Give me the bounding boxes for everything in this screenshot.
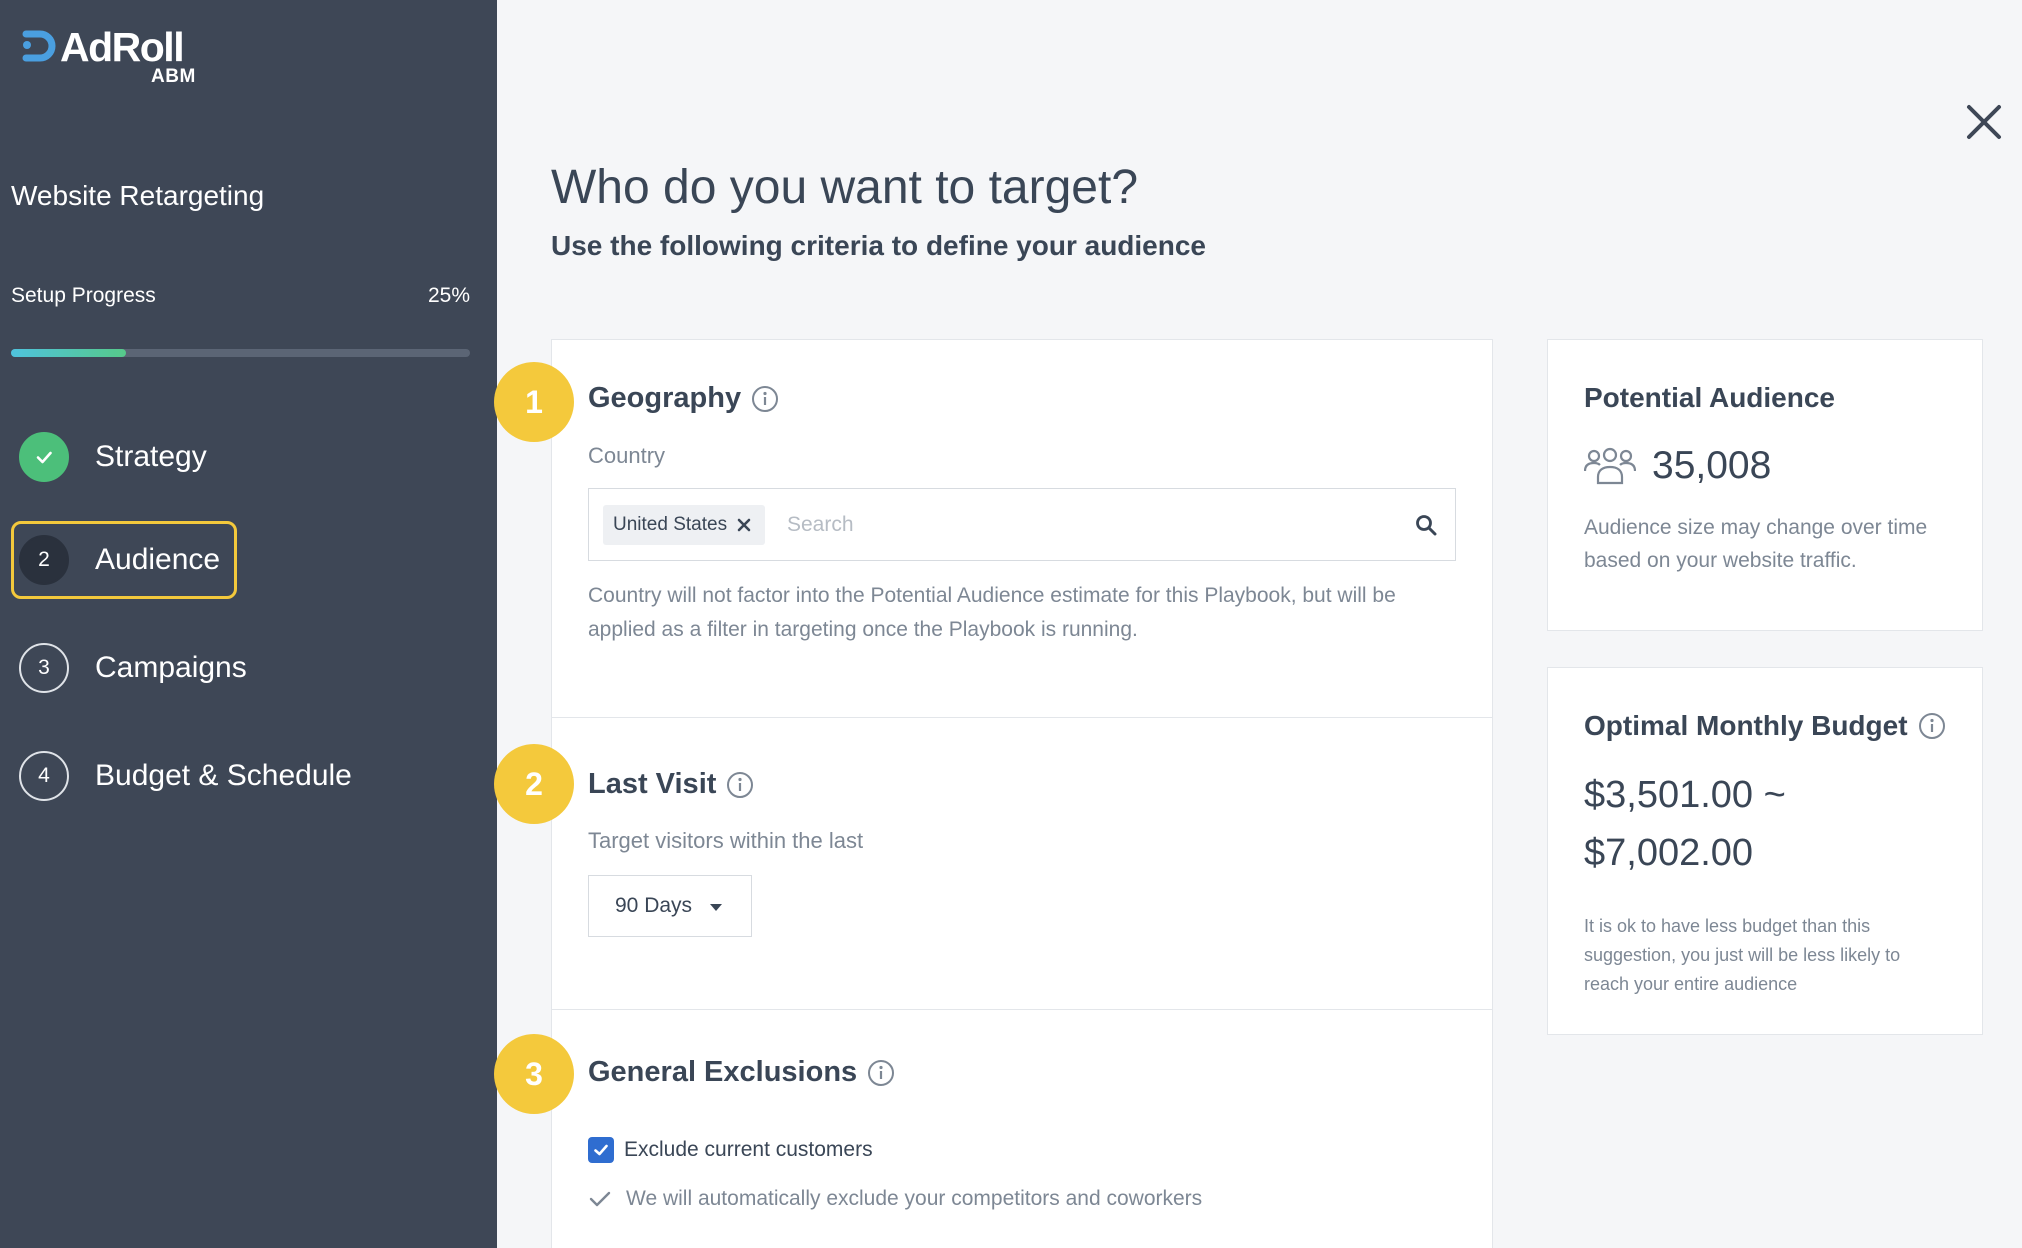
campaign-title: Website Retargeting bbox=[11, 180, 265, 211]
people-icon bbox=[1584, 447, 1636, 485]
audience-note: Audience size may change over time based… bbox=[1584, 516, 1928, 572]
progress-label: Setup Progress bbox=[11, 284, 156, 307]
checkbox-check-icon bbox=[594, 1144, 608, 1156]
step-label: Campaigns bbox=[95, 651, 247, 684]
progress-bar-fill bbox=[11, 349, 126, 357]
geography-title: Geography bbox=[588, 382, 779, 415]
potential-audience-title: Potential Audience bbox=[1584, 382, 1836, 413]
country-selector[interactable]: United States bbox=[588, 488, 1456, 561]
step-badge: 2 bbox=[494, 744, 574, 824]
step-number: 3 bbox=[19, 643, 69, 693]
step-label: Budget & Schedule bbox=[95, 759, 352, 792]
close-icon bbox=[1967, 105, 2001, 139]
section-title-text: Geography bbox=[588, 382, 742, 414]
adroll-logo-icon bbox=[22, 30, 56, 62]
progress-value: 25% bbox=[427, 284, 470, 307]
step-strategy[interactable]: Strategy bbox=[11, 418, 241, 496]
exclude-customers-checkbox[interactable] bbox=[588, 1137, 614, 1163]
auto-exclusion-note: We will automatically exclude your compe… bbox=[626, 1187, 1203, 1210]
country-search-input[interactable] bbox=[787, 507, 1387, 543]
last-visit-section: 2 Last Visit Target visitors within the … bbox=[494, 718, 1492, 1010]
optimal-budget-card: Optimal Monthly Budget $3,501.00 ~ $7,00… bbox=[1547, 667, 1983, 1035]
info-icon[interactable] bbox=[1918, 712, 1946, 740]
audience-size: 35,008 bbox=[1584, 444, 1771, 488]
caret-down-icon bbox=[710, 904, 722, 911]
step-label: Audience bbox=[95, 543, 221, 576]
section-title-text: General Exclusions bbox=[588, 1056, 858, 1088]
page-title: Who do you want to target? bbox=[551, 161, 1139, 214]
optimal-budget-title: Optimal Monthly Budget bbox=[1584, 710, 1946, 742]
exclude-customers-label: Exclude current customers bbox=[624, 1138, 873, 1161]
dropdown-value: 90 Days bbox=[615, 894, 693, 917]
step-number: 4 bbox=[19, 751, 69, 801]
budget-range: $3,501.00 ~ $7,002.00 bbox=[1584, 766, 1964, 882]
country-label: Country bbox=[588, 443, 666, 468]
step-audience[interactable]: 2 Audience bbox=[11, 521, 237, 599]
optimal-budget-title-text: Optimal Monthly Budget bbox=[1584, 710, 1908, 741]
potential-audience-card: Potential Audience 35,008 Audience size … bbox=[1547, 339, 1983, 631]
last-visit-dropdown[interactable]: 90 Days bbox=[588, 875, 752, 937]
criteria-card: 1 Geography Country United States Countr… bbox=[494, 339, 1493, 1248]
step-badge: 1 bbox=[494, 362, 574, 442]
adroll-logo[interactable]: AdRoll ABM bbox=[20, 24, 230, 87]
section-title-text: Last Visit bbox=[588, 768, 717, 800]
country-chip: United States bbox=[603, 505, 766, 545]
page-subtitle: Use the following criteria to define you… bbox=[551, 230, 1207, 261]
budget-note: It is ok to have less budget than this s… bbox=[1584, 916, 1901, 994]
check-icon bbox=[589, 1191, 611, 1207]
step-badge: 3 bbox=[494, 1034, 574, 1114]
progress-bar bbox=[11, 349, 470, 357]
step-label: Strategy bbox=[95, 440, 207, 473]
info-icon[interactable] bbox=[751, 385, 779, 413]
budget-range-low: $3,501.00 ~ bbox=[1584, 774, 1786, 816]
brand-product: ABM bbox=[151, 66, 196, 87]
auto-exclusion-row: We will automatically exclude your compe… bbox=[588, 1187, 1202, 1211]
remove-chip-icon[interactable] bbox=[737, 518, 751, 532]
chip-label: United States bbox=[613, 514, 728, 535]
step-number: 2 bbox=[19, 535, 69, 585]
exclusions-section: 3 General Exclusions Exclude current cus… bbox=[494, 1010, 1492, 1248]
last-visit-label: Target visitors within the last bbox=[588, 828, 864, 853]
budget-range-high: $7,002.00 bbox=[1584, 832, 1754, 874]
info-icon[interactable] bbox=[726, 771, 754, 799]
step-campaigns[interactable]: 3 Campaigns bbox=[11, 629, 247, 707]
close-button[interactable] bbox=[1966, 104, 2002, 140]
exclude-customers-row[interactable]: Exclude current customers bbox=[588, 1137, 873, 1163]
sidebar: AdRoll ABM Website Retargeting Setup Pro… bbox=[0, 0, 497, 1248]
search-icon[interactable] bbox=[1415, 514, 1437, 541]
step-budget-schedule[interactable]: 4 Budget & Schedule bbox=[11, 737, 352, 815]
audience-count: 35,008 bbox=[1652, 444, 1772, 487]
geography-note: Country will not factor into the Potenti… bbox=[588, 584, 1396, 641]
check-icon bbox=[36, 451, 52, 464]
exclusions-title: General Exclusions bbox=[588, 1056, 895, 1089]
brand-name: AdRoll bbox=[60, 24, 185, 70]
geography-section: 1 Geography Country United States Countr… bbox=[494, 340, 1492, 718]
last-visit-title: Last Visit bbox=[588, 768, 754, 801]
info-icon[interactable] bbox=[867, 1059, 895, 1087]
step-strategy-status bbox=[19, 432, 69, 482]
